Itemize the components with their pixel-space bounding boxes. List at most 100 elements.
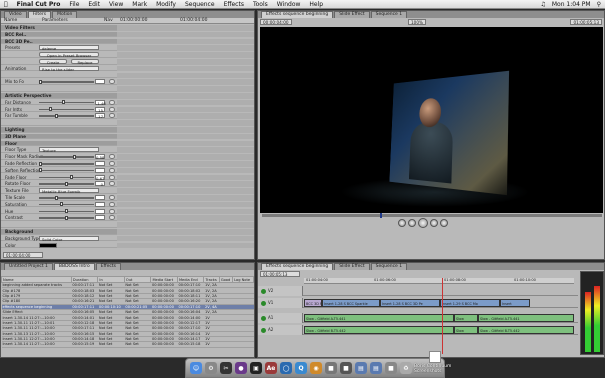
slider-knob[interactable] [49,107,53,112]
tab-project[interactable]: Untitled Project 1 [4,263,53,270]
timeline-clip[interactable]: Slow [454,314,478,322]
slider-knob[interactable] [72,154,76,159]
keyframe-track[interactable] [117,235,254,242]
parameter-popup[interactable]: Metallic Blue Formik [39,188,99,194]
parameter-value-field[interactable] [95,167,105,173]
keyframe-track[interactable] [117,59,254,65]
parameter-value-field[interactable] [95,208,105,214]
timeline-clip[interactable]: Insert [500,299,530,307]
keyframe-button[interactable] [109,161,115,166]
keyframe-button[interactable] [109,215,115,221]
parameter-slider[interactable] [39,181,94,186]
keyframe-track[interactable] [117,154,254,160]
parameter-slider[interactable] [39,161,94,166]
keyframe-button[interactable] [109,79,115,85]
keyframe-track[interactable] [117,133,254,140]
parameter-value-field[interactable]: -1.46 [95,99,106,106]
menu-file[interactable]: File [69,1,79,8]
menu-sequence[interactable]: Sequence [185,1,215,8]
keyframe-button[interactable] [109,106,115,112]
parameter-slider[interactable] [39,107,94,112]
parameter-slider[interactable] [39,209,94,214]
keyframe-track[interactable] [117,79,254,85]
parameter-value-field[interactable] [95,215,105,221]
keyframe-track[interactable] [117,208,254,215]
tab-slide-effect[interactable]: Slide Effect [334,11,370,18]
parameter-value-field[interactable]: 0.58 [95,154,105,160]
preset-button[interactable]: Replace [71,59,99,65]
parameter-value-field[interactable] [95,161,105,166]
volume-icon[interactable]: ♫ [540,1,545,8]
keyframe-button[interactable] [109,208,115,214]
tab-bbdoss[interactable]: BBDOSS Intro [53,263,95,270]
keyframe-track[interactable] [117,99,254,106]
keyframe-track[interactable] [117,93,254,99]
track-visibility-icon[interactable] [261,300,266,306]
tab-filters[interactable]: Filters [27,11,52,18]
keyframe-track[interactable] [117,201,254,208]
play-in-out-button[interactable] [408,219,416,227]
play-around-button[interactable] [430,219,438,227]
track-header[interactable]: V2 [258,286,303,296]
parameter-slider[interactable] [39,215,94,220]
slider-knob[interactable] [54,195,58,200]
keyframe-track[interactable] [117,45,254,51]
finder-icon[interactable]: ☺ [190,362,202,374]
keyframe-track[interactable] [117,229,254,235]
tab-effects-sequence[interactable]: Effects sequence beginning [261,11,334,18]
keyframe-track[interactable] [117,167,254,174]
filters-timecode[interactable]: 01:00:04:00 [3,252,43,258]
clock[interactable]: Mon 1:04 PM [552,1,591,8]
keyframe-button[interactable] [109,201,115,207]
keyframe-button[interactable] [109,195,115,200]
quicktime-icon[interactable]: Q [295,362,307,374]
parameter-slider[interactable] [39,168,94,173]
canvas-timecode[interactable]: 01:00:05:13 [570,19,602,25]
menu-help[interactable]: Help [309,1,323,8]
parameter-slider[interactable] [39,202,94,207]
timeline-clip[interactable]: Insert 1-28 S BCC 3D Pe [380,299,440,307]
after-effects-icon[interactable]: Ae [265,362,277,374]
keyframe-track[interactable] [117,72,254,79]
tab-sequence-1[interactable]: Sequence 1 [370,11,408,18]
keyframe-track[interactable] [117,86,254,92]
app-menu[interactable]: Final Cut Pro [17,1,61,8]
keyframe-button[interactable] [109,154,115,160]
track-header[interactable]: A1 [258,313,303,323]
app2-icon[interactable]: ■ [340,362,352,374]
track-header[interactable]: V1 [258,298,303,308]
canvas-zoom[interactable]: 100% [408,19,426,25]
timeline-clip[interactable]: Slow - Gitfield A-T5.441 [478,314,574,322]
prev-edit-button[interactable] [398,219,406,227]
track-visibility-icon[interactable] [261,288,266,294]
document-icon[interactable] [429,351,441,363]
timeline-timecode[interactable]: 01:00:05:13 [260,271,300,277]
app3-icon[interactable]: ■ [385,362,397,374]
keyframe-track[interactable] [117,25,254,31]
slider-knob[interactable] [39,161,42,166]
app-icon[interactable]: ■ [325,362,337,374]
keyframe-track[interactable] [117,38,254,45]
menu-window[interactable]: Window [277,1,301,8]
preset-button[interactable]: Create [39,59,67,65]
browser-row[interactable]: Insert 1-30-14 11:27:..-10:00 00:00:15:19… [1,341,254,348]
timeline-clip[interactable]: Slow - Gitfield A-T5.441 [304,314,454,322]
trash-icon[interactable]: ♻ [400,362,412,374]
tab-video[interactable]: Video [4,11,27,18]
keyframe-track[interactable] [117,140,254,147]
preset-button[interactable]: Open in Preset Browser [39,52,99,58]
keyframe-track[interactable] [117,181,254,187]
timeline-playhead[interactable] [442,278,443,354]
parameter-value-field[interactable]: 17 [95,113,105,119]
slider-knob[interactable] [65,215,68,220]
timeline-clip[interactable]: Insert 1-28 S BCC Sparkle [322,299,380,307]
parameter-slider[interactable] [39,154,94,159]
keyframe-track[interactable] [117,106,254,113]
keyframe-track[interactable] [117,31,254,38]
parameter-value-field[interactable] [95,79,105,85]
parameter-value-field[interactable] [95,195,105,200]
browser-row[interactable]: effects sequence beginning 00:00:17:11 00:… [1,304,254,310]
slider-knob[interactable] [39,79,42,84]
menu-effects[interactable]: Effects [224,1,244,8]
play-button[interactable] [418,218,428,228]
